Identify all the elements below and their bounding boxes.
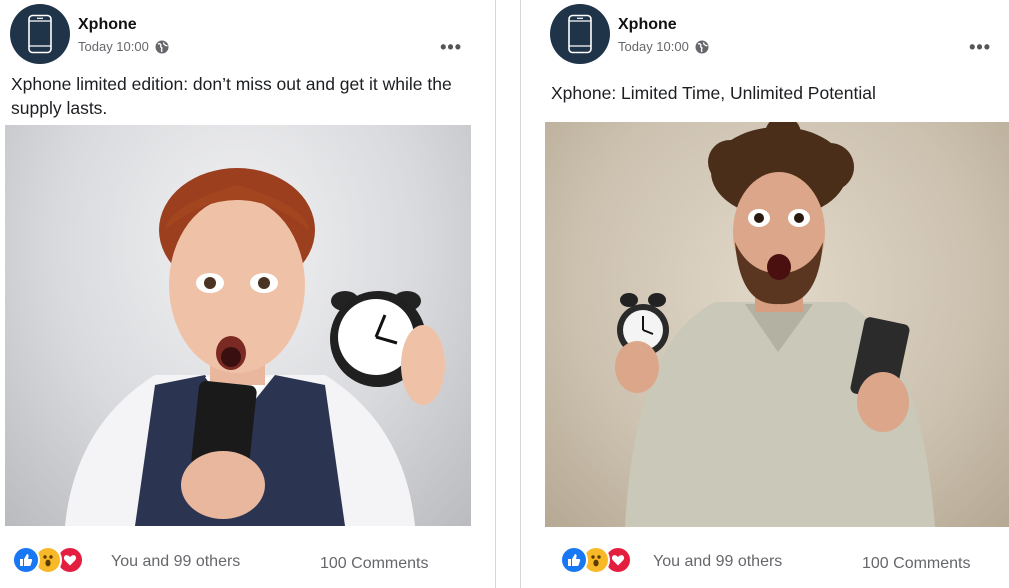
like-icon xyxy=(12,546,40,574)
photo-illustration xyxy=(65,168,445,526)
comments-count[interactable]: 100 Comments xyxy=(862,555,971,573)
post-photo[interactable] xyxy=(545,122,1009,527)
post-caption: Xphone: Limited Time, Unlimited Potentia… xyxy=(551,83,876,103)
author-name[interactable]: Xphone xyxy=(618,16,677,34)
post-card: Xphone Today 10:00 ••• Xphone: Limited T… xyxy=(540,0,1009,588)
post-header: Xphone Today 10:00 ••• xyxy=(550,4,1009,68)
post-meta: Today 10:00 xyxy=(618,39,709,54)
column-divider xyxy=(520,0,521,588)
post-photo[interactable] xyxy=(5,125,471,526)
post-time[interactable]: Today 10:00 xyxy=(78,39,149,54)
post-caption: Xphone limited edition: don’t miss out a… xyxy=(11,74,452,118)
globe-icon xyxy=(695,40,709,53)
likes-count[interactable]: You and 99 others xyxy=(653,553,782,571)
globe-icon xyxy=(155,40,169,53)
like-icon xyxy=(560,546,588,574)
more-options-icon[interactable]: ••• xyxy=(440,38,462,56)
avatar[interactable] xyxy=(550,4,610,64)
smartphone-icon xyxy=(568,14,592,54)
photo-illustration xyxy=(615,122,935,527)
comments-count[interactable]: 100 Comments xyxy=(320,555,429,573)
reaction-summary[interactable] xyxy=(12,546,96,574)
post-time[interactable]: Today 10:00 xyxy=(618,39,689,54)
post-card: Xphone Today 10:00 ••• Xphone limited ed… xyxy=(0,0,480,588)
likes-count[interactable]: You and 99 others xyxy=(111,553,240,571)
reaction-summary[interactable] xyxy=(552,546,636,574)
post-header: Xphone Today 10:00 ••• xyxy=(10,4,480,68)
avatar[interactable] xyxy=(10,4,70,64)
more-options-icon[interactable]: ••• xyxy=(969,38,991,56)
post-footer: You and 99 others 100 Comments xyxy=(552,542,1009,582)
post-footer: You and 99 others 100 Comments xyxy=(12,542,480,582)
author-name[interactable]: Xphone xyxy=(78,16,137,34)
smartphone-icon xyxy=(28,14,52,54)
post-meta: Today 10:00 xyxy=(78,39,169,54)
column-divider xyxy=(495,0,496,588)
